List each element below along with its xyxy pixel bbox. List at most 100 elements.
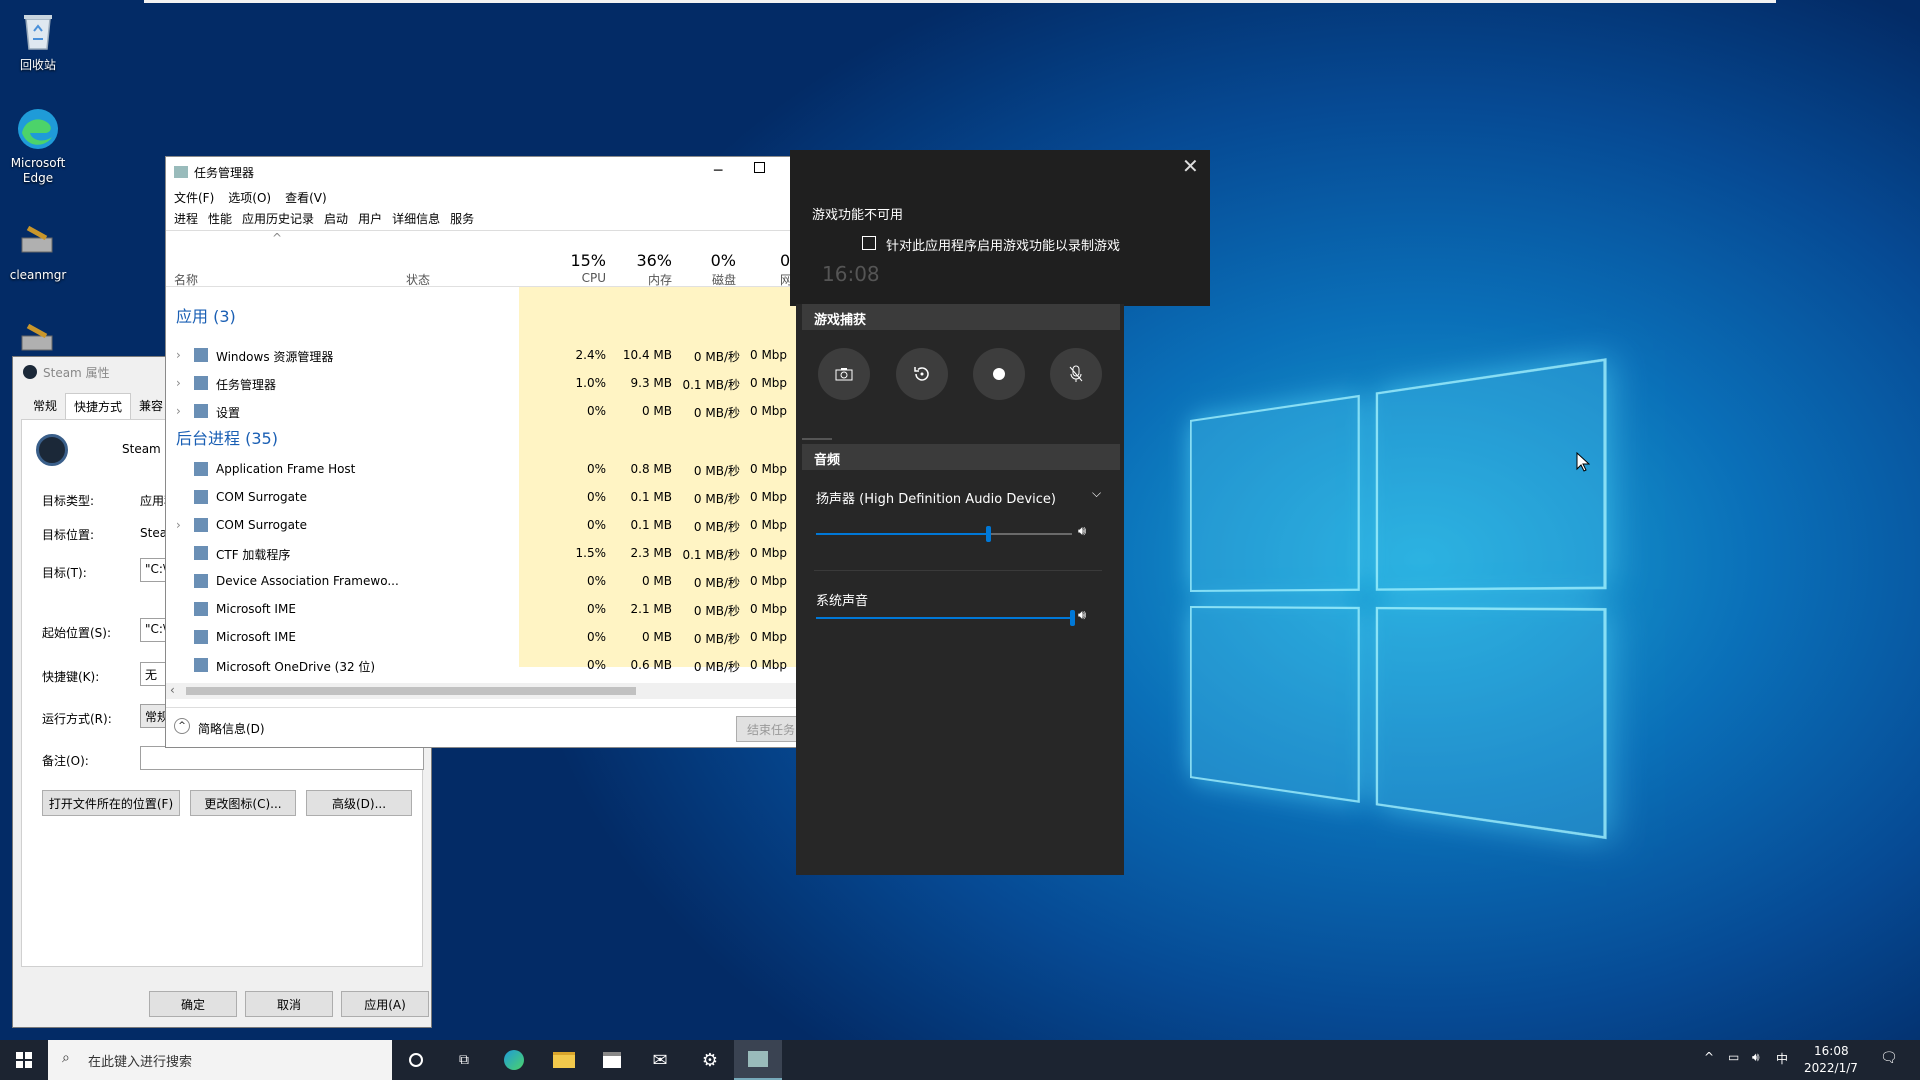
menu-options[interactable]: 选项(O): [228, 189, 271, 206]
tab-startup[interactable]: 启动: [324, 210, 348, 227]
enable-game-features-label[interactable]: 针对此应用程序启用游戏功能以录制游戏: [886, 235, 1120, 254]
column-memory[interactable]: 内存: [622, 271, 672, 288]
network-icon[interactable]: ▭: [1728, 1050, 1739, 1064]
tab-app-history[interactable]: 应用历史记录: [242, 210, 314, 227]
audio-device-select[interactable]: 扬声器 (High Definition Audio Device): [816, 488, 1056, 507]
taskbar-search-box[interactable]: ⌕ 在此键入进行搜索: [48, 1040, 392, 1080]
comment-input[interactable]: [140, 746, 424, 770]
expand-chevron-icon[interactable]: ›: [176, 348, 181, 362]
scroll-left-icon[interactable]: ‹: [170, 683, 175, 697]
column-disk[interactable]: 磁盘: [686, 271, 736, 288]
table-row[interactable]: Microsoft OneDrive (32 位) 0% 0.6 MB 0 MB/秒 0…: [166, 651, 804, 679]
speaker-icon[interactable]: 🔊︎: [1078, 608, 1086, 623]
tab-details[interactable]: 详细信息: [392, 210, 440, 227]
process-disk: 0 MB/秒: [693, 492, 740, 506]
open-file-location-button[interactable]: 打开文件所在的位置(F): [42, 790, 180, 816]
advanced-button[interactable]: 高级(D)...: [306, 790, 412, 816]
minimize-button[interactable]: ─: [714, 163, 722, 179]
mail-icon: ✉: [652, 1049, 668, 1071]
close-icon[interactable]: ✕: [1182, 154, 1199, 178]
search-icon: ⌕: [62, 1050, 70, 1066]
clock-time[interactable]: 16:08: [1814, 1044, 1849, 1058]
table-row[interactable]: Application Frame Host 0% 0.8 MB 0 MB/秒 0 Mb…: [166, 455, 804, 483]
desktop-icon-label: Microsoft Edge: [10, 156, 66, 185]
ghost-clock: 16:08: [822, 262, 880, 286]
expand-chevron-icon[interactable]: ›: [176, 518, 181, 532]
cancel-button[interactable]: 取消: [245, 991, 333, 1017]
table-row[interactable]: › Windows 资源管理器 2.4% 10.4 MB 0 MB/秒 0 Mbp: [166, 341, 804, 369]
process-icon: [194, 602, 208, 616]
ok-button[interactable]: 确定: [149, 991, 237, 1017]
start-button[interactable]: [0, 1040, 48, 1080]
device-volume-slider[interactable]: [816, 526, 1072, 542]
chevron-down-icon[interactable]: ⌵: [1092, 486, 1101, 501]
windows-start-icon: [16, 1052, 32, 1068]
recycle-bin-icon: [15, 8, 61, 54]
microphone-toggle-button[interactable]: [1050, 348, 1102, 400]
table-row[interactable]: › COM Surrogate 0% 0.1 MB 0 MB/秒 0 Mbp: [166, 511, 804, 539]
column-name[interactable]: 名称: [174, 271, 198, 288]
start-recording-button[interactable]: [973, 348, 1025, 400]
collapse-chevron-icon[interactable]: ^: [174, 718, 190, 734]
cortana-button[interactable]: [392, 1040, 440, 1080]
table-row[interactable]: COM Surrogate 0% 0.1 MB 0 MB/秒 0 Mbp: [166, 483, 804, 511]
taskbar-settings[interactable]: ⚙: [686, 1040, 734, 1080]
taskbar-mail[interactable]: ✉: [636, 1040, 684, 1080]
task-view-button[interactable]: ⧉: [440, 1040, 488, 1080]
process-memory: 0 MB: [641, 574, 672, 588]
enable-game-features-checkbox[interactable]: [862, 236, 876, 250]
audio-section-header: 音频: [802, 444, 1120, 470]
notification-center-icon[interactable]: 🗨︎: [1880, 1050, 1898, 1066]
change-icon-button[interactable]: 更改图标(C)...: [190, 790, 296, 816]
memory-total: 36%: [636, 251, 672, 270]
taskbar-file-explorer[interactable]: [540, 1040, 588, 1080]
system-volume-slider[interactable]: [816, 610, 1075, 626]
tab-performance[interactable]: 性能: [208, 210, 232, 227]
volume-icon[interactable]: 🔊︎: [1752, 1050, 1760, 1065]
menu-file[interactable]: 文件(F): [174, 189, 214, 206]
record-last-button[interactable]: [896, 348, 948, 400]
fewer-details-link[interactable]: 简略信息(D): [198, 720, 265, 737]
column-status[interactable]: 状态: [406, 271, 430, 288]
expand-chevron-icon[interactable]: ›: [176, 376, 181, 390]
group-background[interactable]: 后台进程 (35): [176, 425, 278, 449]
table-row[interactable]: › 设置 0% 0 MB 0 MB/秒 0 Mbp: [166, 397, 804, 425]
expand-chevron-icon[interactable]: ›: [176, 404, 181, 418]
tab-services[interactable]: 服务: [450, 210, 474, 227]
taskbar-task-manager[interactable]: [734, 1040, 782, 1080]
task-manager-window[interactable]: 任务管理器 ─ 文件(F) 选项(O) 查看(V) 进程 性能 应用历史记录 启…: [165, 156, 806, 748]
table-row[interactable]: Device Association Framewo... 0% 0 MB 0 MB/…: [166, 567, 804, 595]
tab-general[interactable]: 常规: [25, 393, 65, 419]
desktop-icon-cleanmgr[interactable]: cleanmgr: [0, 218, 76, 283]
clock-date[interactable]: 2022/1/7: [1804, 1061, 1858, 1075]
desktop-icon-recycle-bin[interactable]: 回收站: [0, 8, 76, 73]
taskbar-edge[interactable]: [490, 1040, 538, 1080]
tab-users[interactable]: 用户: [358, 210, 382, 227]
scroll-thumb[interactable]: [186, 687, 636, 695]
horizontal-scrollbar[interactable]: ‹: [166, 683, 806, 699]
desktop-icon-edge[interactable]: Microsoft Edge: [0, 106, 76, 186]
table-row[interactable]: › 任务管理器 1.0% 9.3 MB 0.1 MB/秒 0 Mbp: [166, 369, 804, 397]
table-row[interactable]: Microsoft IME 0% 2.1 MB 0 MB/秒 0 Mbp: [166, 595, 804, 623]
show-hidden-icons-chevron-icon[interactable]: ^: [1704, 1050, 1714, 1064]
process-icon: [194, 630, 208, 644]
process-icon: [194, 376, 208, 390]
tab-processes[interactable]: 进程: [174, 210, 198, 227]
screenshot-button[interactable]: [818, 348, 870, 400]
taskbar-store[interactable]: [588, 1040, 636, 1080]
table-row[interactable]: Microsoft IME 0% 0 MB 0 MB/秒 0 Mbp: [166, 623, 804, 651]
disk-total: 0%: [710, 251, 736, 270]
group-apps[interactable]: 应用 (3): [176, 303, 236, 327]
table-row[interactable]: CTF 加载程序 1.5% 2.3 MB 0.1 MB/秒 0 Mbp: [166, 539, 804, 567]
maximize-button[interactable]: [754, 162, 765, 173]
store-bag-icon: [603, 1052, 621, 1068]
speaker-icon[interactable]: 🔊︎: [1078, 524, 1086, 539]
network-total: 0: [780, 251, 791, 270]
tab-shortcut[interactable]: 快捷方式: [65, 393, 132, 419]
window-title-bar[interactable]: 任务管理器 ─: [166, 157, 804, 187]
ime-indicator[interactable]: 中: [1776, 1050, 1788, 1067]
mouse-cursor-icon: [1576, 452, 1590, 472]
column-cpu[interactable]: CPU: [556, 271, 606, 285]
menu-view[interactable]: 查看(V): [285, 189, 327, 206]
apply-button[interactable]: 应用(A): [341, 991, 429, 1017]
